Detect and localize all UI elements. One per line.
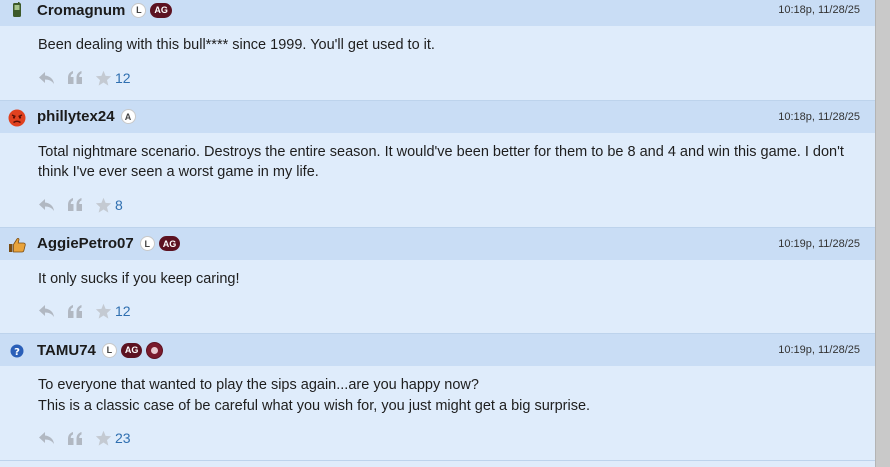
post: ? TAMU74 L AG 10:19p, 11/28/25 To everyo… (0, 334, 876, 461)
like-count[interactable]: 23 (115, 430, 131, 446)
badge-l: L (101, 342, 117, 358)
post-actions: 23 (0, 416, 876, 460)
post-header: AggiePetro07 L AG 10:19p, 11/28/25 (0, 227, 876, 260)
question-icon: ? (8, 342, 26, 360)
post-body: To everyone that wanted to play the sips… (0, 366, 876, 416)
badge-l: L (131, 2, 147, 18)
like-count[interactable]: 8 (115, 197, 123, 213)
quote-icon[interactable] (67, 431, 83, 445)
timestamp: 10:18p, 11/28/25 (778, 110, 860, 123)
post-text-line: Been dealing with this bull**** since 19… (38, 37, 435, 53)
post-header: ? TAMU74 L AG 10:19p, 11/28/25 (0, 334, 876, 366)
star-icon[interactable] (95, 430, 112, 446)
username[interactable]: AggiePetro07 (37, 235, 134, 252)
angry-face-icon (8, 109, 26, 127)
username[interactable]: phillytex24 (37, 108, 115, 125)
post-feed: Cromagnum L AG 10:18p, 11/28/25 Been dea… (0, 0, 876, 461)
reply-icon[interactable] (38, 431, 55, 445)
username[interactable]: TAMU74 (37, 342, 96, 359)
star-icon[interactable] (95, 197, 112, 213)
badge-a: A (120, 109, 136, 124)
quote-icon[interactable] (67, 71, 83, 84)
scrollbar[interactable] (875, 0, 890, 467)
post-header: Cromagnum L AG 10:18p, 11/28/25 (0, 0, 876, 26)
post-text-line: This is a classic case of be careful wha… (38, 397, 591, 414)
post-actions: 12 (0, 289, 876, 333)
post-text-line: To everyone that wanted to play the sips… (38, 377, 479, 393)
emblem-badge-icon (146, 341, 164, 359)
badge-ag: AG (120, 342, 143, 358)
star-icon[interactable] (95, 303, 112, 319)
post: phillytex24 A 10:18p, 11/28/25 Total nig… (0, 100, 876, 228)
timestamp: 10:19p, 11/28/25 (778, 237, 860, 250)
like-count[interactable]: 12 (115, 303, 131, 319)
post-actions: 8 (0, 183, 876, 227)
username[interactable]: Cromagnum (37, 2, 125, 19)
quote-icon[interactable] (67, 198, 83, 211)
timestamp: 10:19p, 11/28/25 (778, 344, 860, 356)
reply-icon[interactable] (38, 198, 55, 212)
phone-icon (8, 1, 26, 19)
post-header: phillytex24 A 10:18p, 11/28/25 (0, 100, 876, 133)
post-body: Total nightmare scenario. Destroys the e… (0, 133, 876, 183)
like-count[interactable]: 12 (115, 70, 131, 86)
post-text-line: It only sucks if you keep caring! (38, 270, 240, 287)
quote-icon[interactable] (67, 304, 83, 318)
post-body: It only sucks if you keep caring! (0, 260, 876, 290)
timestamp: 10:18p, 11/28/25 (778, 4, 860, 16)
post-text-line: Total nightmare scenario. Destroys the e… (38, 143, 844, 181)
badge-ag: AG (158, 236, 181, 251)
badge-l: L (139, 236, 155, 251)
reply-icon[interactable] (38, 71, 55, 85)
post: AggiePetro07 L AG 10:19p, 11/28/25 It on… (0, 227, 876, 334)
post-body: Been dealing with this bull**** since 19… (0, 26, 876, 56)
badge-ag: AG (150, 2, 172, 18)
post: Cromagnum L AG 10:18p, 11/28/25 Been dea… (0, 0, 876, 101)
thumbs-up-icon (8, 236, 26, 254)
reply-icon[interactable] (38, 304, 55, 318)
svg-text:?: ? (14, 347, 20, 358)
post-actions: 12 (0, 56, 876, 100)
star-icon[interactable] (95, 70, 112, 86)
